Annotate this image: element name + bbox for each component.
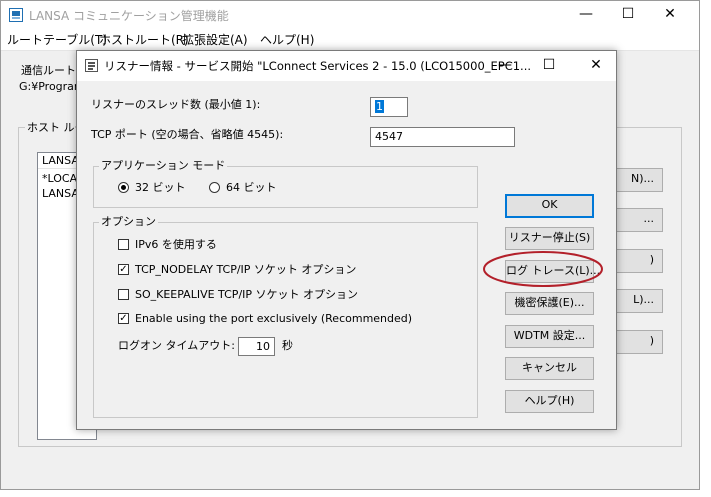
checkbox-ipv6[interactable]: [118, 239, 129, 250]
logon-timeout-input[interactable]: 10: [238, 337, 275, 356]
tcp-port-input[interactable]: 4547: [370, 127, 515, 147]
radio-64bit[interactable]: [209, 182, 220, 193]
menu-host-route[interactable]: ホストルート(R): [99, 29, 189, 51]
main-close-icon[interactable]: ✕: [655, 4, 685, 24]
route-label: 通信ルート: [21, 64, 76, 77]
radio-32bit[interactable]: [118, 182, 129, 193]
path-label: G:¥Program: [19, 80, 85, 93]
checkbox-so-keepalive-label[interactable]: SO_KEEPALIVE TCP/IP ソケット オプション: [135, 288, 358, 302]
checkbox-so-keepalive[interactable]: [118, 289, 129, 300]
listener-dialog: リスナー情報 - サービス開始 "LConnect Services 2 - 1…: [76, 50, 617, 430]
main-button-2-label: ...: [643, 212, 655, 225]
checkbox-tcp-nodelay[interactable]: ✓: [118, 264, 129, 275]
ok-button[interactable]: OK: [505, 194, 594, 218]
dialog-minimize-icon[interactable]: —: [490, 55, 520, 75]
menu-route-table[interactable]: ルートテーブル(T): [7, 29, 107, 51]
main-button-4-label: L)...: [633, 293, 654, 306]
cancel-button[interactable]: キャンセル: [505, 357, 594, 380]
dialog-maximize-icon[interactable]: ☐: [534, 55, 564, 75]
stop-listener-button[interactable]: リスナー停止(S): [505, 227, 594, 250]
tcp-port-label: TCP ポート (空の場合、省略値 4545):: [91, 128, 284, 141]
checkbox-ipv6-label[interactable]: IPv6 を使用する: [135, 238, 217, 252]
main-menu-bar: ルートテーブル(T) ホストルート(R) 拡張設定(A) ヘルプ(H): [1, 29, 699, 51]
list-item[interactable]: *LOCA: [42, 172, 77, 186]
wdtm-settings-button[interactable]: WDTM 設定...: [505, 325, 594, 348]
dialog-icon: [85, 59, 98, 72]
options-group-label: オプション: [99, 215, 158, 229]
menu-extended-settings[interactable]: 拡張設定(A): [182, 29, 248, 51]
main-title-bar[interactable]: LANSA コミュニケーション管理機能 — ☐ ✕: [1, 1, 699, 29]
checkbox-tcp-nodelay-label[interactable]: TCP_NODELAY TCP/IP ソケット オプション: [135, 263, 356, 277]
checkbox-exclusive-port-label[interactable]: Enable using the port exclusively (Recom…: [135, 312, 412, 326]
app-icon: [9, 8, 23, 22]
dialog-title-bar[interactable]: リスナー情報 - サービス開始 "LConnect Services 2 - 1…: [77, 51, 616, 81]
app-mode-group-label: アプリケーション モード: [99, 159, 228, 173]
dialog-title: リスナー情報 - サービス開始 "LConnect Services 2 - 1…: [104, 59, 532, 73]
highlight-ellipse: [483, 251, 603, 287]
checkbox-exclusive-port[interactable]: ✓: [118, 313, 129, 324]
main-maximize-icon[interactable]: ☐: [613, 4, 643, 24]
security-button[interactable]: 機密保護(E)...: [505, 292, 594, 315]
radio-32bit-label[interactable]: 32 ビット: [135, 181, 186, 195]
radio-64bit-label[interactable]: 64 ビット: [226, 181, 277, 195]
thread-count-input[interactable]: 1: [370, 97, 408, 117]
help-button[interactable]: ヘルプ(H): [505, 390, 594, 413]
dialog-close-icon[interactable]: ✕: [581, 55, 611, 75]
logon-timeout-label: ログオン タイムアウト:: [118, 339, 235, 352]
main-minimize-icon[interactable]: —: [571, 4, 601, 24]
menu-help[interactable]: ヘルプ(H): [260, 29, 314, 51]
main-button-3-label: ): [649, 253, 654, 266]
main-button-1-label: N)...: [630, 172, 654, 185]
main-window-title: LANSA コミュニケーション管理機能: [29, 9, 229, 23]
logon-timeout-unit: 秒: [282, 339, 293, 352]
main-button-5-label: ): [649, 334, 654, 347]
thread-count-label: リスナーのスレッド数 (最小値 1):: [91, 98, 261, 111]
thread-count-value: 1: [375, 100, 384, 113]
